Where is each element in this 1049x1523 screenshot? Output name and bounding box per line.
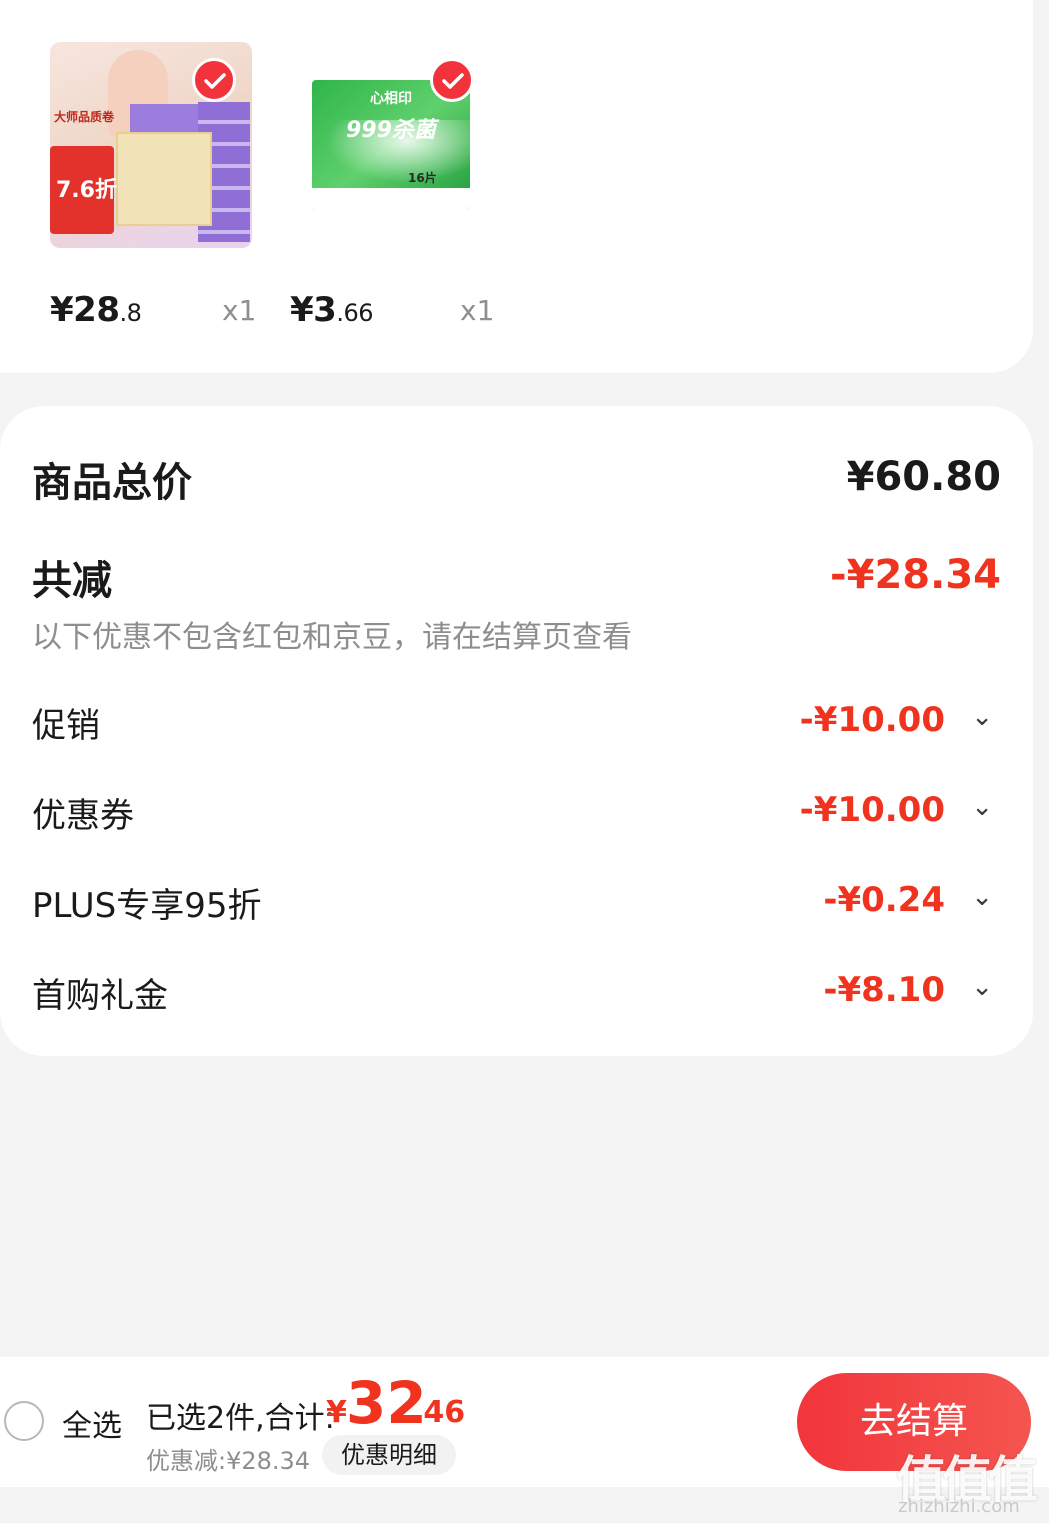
selected-products-card: 大师品质卷 7.6折 心相印 999杀菌 16片 ¥28.8 x1 ¥3.66 … [0,0,1033,373]
price-integer: ¥3 [290,290,337,330]
check-circle-icon[interactable] [430,58,474,102]
discount-label: 优惠券 [32,796,134,836]
chevron-down-icon[interactable]: ⌄ [971,702,993,732]
image-count-text: 16片 [408,171,437,185]
total-decimal: .46 [412,1395,466,1430]
discount-value: -¥8.10 [823,970,945,1010]
reduction-note: 以下优惠不包含红包和京豆，请在结算页查看 [32,620,632,655]
chevron-down-icon[interactable]: ⌄ [971,882,993,912]
total-currency: ¥ [326,1395,347,1430]
watermark-url: zhizhizhi.com [898,1496,1020,1517]
tissue-box [116,132,212,226]
image-tag-text: 大师品质卷 [54,110,115,124]
discount-label: 首购礼金 [32,976,168,1016]
discount-value: -¥10.00 [799,790,945,830]
chevron-down-icon[interactable]: ⌄ [971,972,993,1002]
reduction-label: 共减 [32,558,112,604]
discount-label: PLUS专享95折 [32,886,262,926]
watermark: 值值值 zhizhizhi.com [896,1440,1046,1517]
discount-value: -¥0.24 [823,880,945,920]
price-summary-card: 商品总价 ¥60.80 共减 -¥28.34 以下优惠不包含红包和京豆，请在结算… [0,406,1033,1056]
checkout-bar: 全选 已选2件,合计: ¥ 32 .46 优惠减:¥28.34 优惠明细 去结算 [0,1357,1049,1487]
total-label: 商品总价 [32,460,192,506]
pack-footer [312,188,470,210]
total-value: ¥60.80 [846,454,1001,500]
check-circle-icon[interactable] [192,58,236,102]
selected-summary-text: 已选2件,合计: [146,1401,335,1436]
discount-value: -¥10.00 [799,700,945,740]
product-quantity: x1 [222,294,257,327]
product-price: ¥28.8 [50,290,142,330]
packaging-band [130,104,198,132]
reduction-value: -¥28.34 [830,552,1001,598]
discount-label: 促销 [32,706,100,746]
image-brand-text: 心相印 [370,91,412,107]
select-all-label[interactable]: 全选 [62,1401,122,1445]
chevron-down-icon[interactable]: ⌄ [971,792,993,822]
discount-summary: 优惠减:¥28.34 [146,1447,311,1475]
product-quantity: x1 [460,294,495,327]
price-decimal: .8 [119,299,142,327]
image-headline-text: 999杀菌 [346,118,436,143]
image-sale-text: 7.6折 [56,178,117,203]
price-integer: ¥28 [50,290,120,330]
radio-unchecked-icon[interactable] [4,1401,44,1441]
product-price: ¥3.66 [290,290,373,330]
discount-detail-button[interactable]: 优惠明细 [322,1435,456,1475]
price-decimal: .66 [336,299,373,327]
